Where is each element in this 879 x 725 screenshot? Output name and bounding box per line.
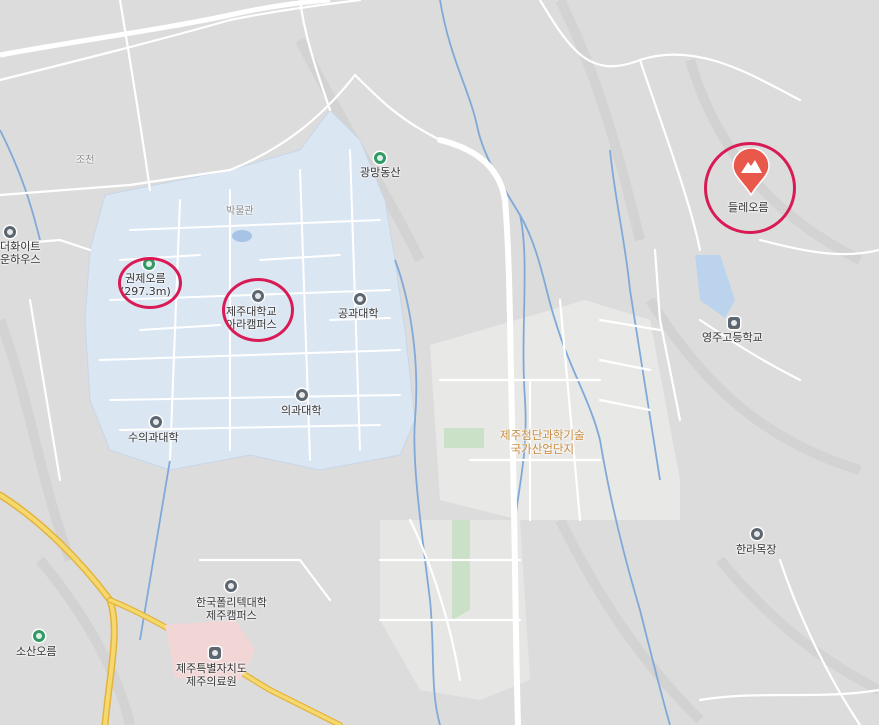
university-icon[interactable] <box>354 293 366 305</box>
highlight-ring-dulle <box>704 142 796 234</box>
campus-pond <box>232 230 252 242</box>
youngju-highschool-label[interactable]: 영주고등학교 <box>702 331 763 344</box>
stream-label: 조천 <box>76 155 95 166</box>
the-white-label[interactable]: 더화이트 운하우스 <box>0 240 40 266</box>
halla-ranch-label[interactable]: 한라목장 <box>736 543 776 556</box>
engineering-label[interactable]: 공과대학 <box>338 307 378 320</box>
university-icon[interactable] <box>150 416 162 428</box>
reservoir <box>695 255 735 318</box>
park-corridor <box>452 520 470 620</box>
park-strip <box>444 428 484 448</box>
place-icon[interactable] <box>4 226 16 238</box>
map-view[interactable]: 조천 더화이트 운하우스 박물관 권제오름 (297.3m) 제주대학교 아라캠퍼스 … <box>0 0 879 725</box>
place-icon[interactable] <box>751 528 763 540</box>
hospital-icon[interactable] <box>209 647 221 659</box>
science-park-label[interactable]: 제주첨단과학기술 국가산업단지 <box>500 428 585 456</box>
polytech-label[interactable]: 한국폴리텍대학 제주캠퍼스 <box>196 596 267 622</box>
gwangmangdongsan-label[interactable]: 광망동산 <box>360 166 400 179</box>
school-icon[interactable] <box>728 317 740 329</box>
highway-north <box>0 0 331 58</box>
highlight-ring-jnu <box>222 278 294 342</box>
university-icon[interactable] <box>225 580 237 592</box>
veterinary-college-label[interactable]: 수의과대학 <box>128 431 179 444</box>
medical-college-label[interactable]: 의과대학 <box>281 404 321 417</box>
museum-label: 박물관 <box>226 206 254 217</box>
map-base-layer <box>0 0 879 725</box>
medical-center-label[interactable]: 제주특별자치도 제주의료원 <box>176 662 247 688</box>
highlight-ring-gwonje <box>118 257 182 309</box>
sosan-oreum-label[interactable]: 소산오름 <box>16 645 56 658</box>
mountain-icon[interactable] <box>33 630 45 642</box>
mountain-icon[interactable] <box>374 152 386 164</box>
university-icon[interactable] <box>296 389 308 401</box>
industrial-zone <box>430 300 680 520</box>
